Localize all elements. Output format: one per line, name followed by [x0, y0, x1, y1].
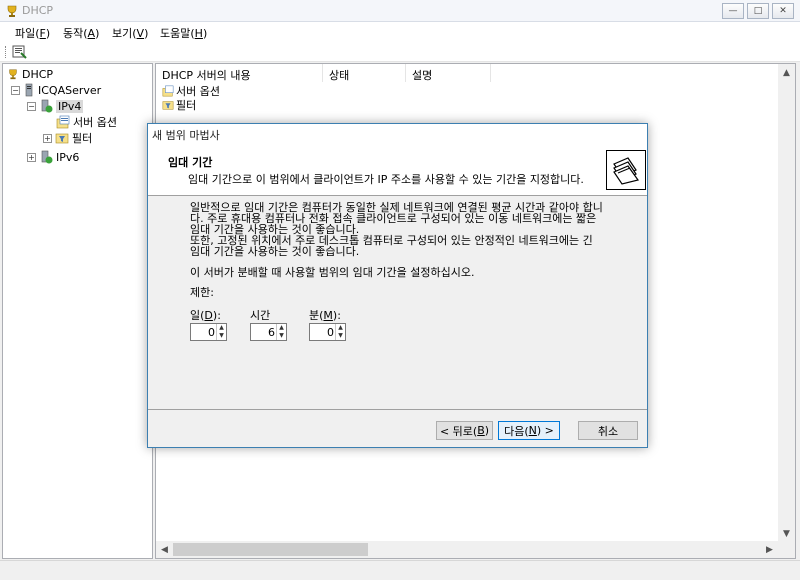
- filter-icon: [55, 133, 69, 144]
- network-ipv6-icon: [41, 150, 53, 164]
- next-button[interactable]: 다음(N) >: [498, 421, 560, 440]
- scroll-up-icon[interactable]: ▲: [778, 64, 795, 81]
- instruction-text: 이 서버가 분배할 때 사용할 범위의 임대 기간을 설정하십시오.: [190, 266, 475, 279]
- minutes-spinner[interactable]: 0 ▲ ▼: [309, 323, 346, 341]
- close-button[interactable]: ✕: [772, 3, 794, 19]
- minutes-label: 분(M):: [309, 309, 341, 322]
- vertical-scrollbar[interactable]: ▲ ▼: [778, 64, 795, 542]
- scroll-thumb[interactable]: [173, 543, 368, 556]
- title-bar: DHCP — □ ✕: [0, 0, 800, 22]
- tree-item-dhcp[interactable]: DHCP: [7, 66, 53, 82]
- toolbar: [0, 42, 800, 62]
- tree-label-server: ICQAServer: [38, 83, 102, 97]
- wizard-header: 임대 기간 임대 기간으로 이 범위에서 클라이언트가 IP 주소를 사용할 수…: [148, 144, 647, 196]
- hours-spinner[interactable]: 6 ▲ ▼: [250, 323, 287, 341]
- network-ipv4-icon: [41, 99, 53, 113]
- spin-down-icon[interactable]: ▼: [336, 332, 345, 340]
- tree-label-ipv4: IPv4: [56, 99, 84, 113]
- dhcp-app-icon: [7, 5, 17, 17]
- tree-item-server[interactable]: − ICQAServer: [11, 82, 101, 98]
- expand-icon[interactable]: +: [27, 152, 36, 162]
- tree-pane: DHCP − ICQAServer − IPv4 서버 옵션 + 필터 + IP…: [2, 63, 153, 559]
- collapse-icon[interactable]: −: [11, 85, 20, 95]
- days-spinner[interactable]: 0 ▲ ▼: [190, 323, 227, 341]
- tree-item-ipv6[interactable]: + IPv6: [27, 149, 79, 165]
- wizard-page-subtitle: 임대 기간으로 이 범위에서 클라이언트가 IP 주소를 사용할 수 있는 기간…: [188, 173, 584, 186]
- status-bar: [0, 560, 800, 580]
- scroll-down-icon[interactable]: ▼: [778, 525, 795, 542]
- menu-bar: 파일(F) 동작(A) 보기(V) 도움말(H): [0, 22, 800, 42]
- window-title: DHCP: [22, 4, 54, 17]
- properties-icon[interactable]: [12, 44, 28, 60]
- column-header-contents[interactable]: DHCP 서버의 내용: [156, 64, 323, 82]
- menu-action[interactable]: 동작(A): [63, 25, 99, 41]
- dhcp-trophy-icon: [9, 69, 17, 80]
- menu-view[interactable]: 보기(V): [112, 25, 148, 41]
- server-icon: [25, 83, 33, 97]
- scroll-corner: [778, 541, 795, 558]
- tree-label-server-options: 서버 옵션: [73, 116, 117, 129]
- days-value: 0: [208, 326, 215, 339]
- hours-value: 6: [268, 326, 275, 339]
- list-item[interactable]: 필터: [162, 97, 196, 112]
- description-paragraph: 일반적으로 임대 기간은 컴퓨터가 동일한 실제 네트워크에 연결된 평균 시간…: [190, 202, 610, 257]
- dialog-title: 새 범위 마법사: [148, 124, 647, 144]
- column-header-status[interactable]: 상태: [323, 64, 406, 82]
- tree-item-filters[interactable]: + 필터: [43, 130, 92, 146]
- tree-item-ipv4[interactable]: − IPv4: [27, 98, 84, 114]
- scroll-left-icon[interactable]: ◀: [156, 541, 173, 558]
- spin-down-icon[interactable]: ▼: [217, 332, 226, 340]
- horizontal-scrollbar[interactable]: ◀ ▶: [156, 541, 778, 558]
- server-options-icon: [162, 85, 174, 96]
- spin-up-icon[interactable]: ▲: [217, 324, 226, 332]
- tree-label-dhcp: DHCP: [22, 67, 54, 81]
- minutes-value: 0: [327, 326, 334, 339]
- new-scope-wizard-dialog: 새 범위 마법사 임대 기간 임대 기간으로 이 범위에서 클라이언트가 IP …: [147, 123, 648, 448]
- hours-label: 시간: [250, 309, 271, 322]
- tree-item-server-options[interactable]: 서버 옵션: [56, 114, 117, 130]
- days-label: 일(D):: [190, 309, 221, 322]
- spin-down-icon[interactable]: ▼: [277, 332, 286, 340]
- wizard-page-title: 임대 기간: [168, 156, 213, 169]
- scroll-right-icon[interactable]: ▶: [761, 541, 778, 558]
- tree-label-filters: 필터: [72, 132, 93, 145]
- menu-help[interactable]: 도움말(H): [160, 25, 207, 41]
- tree-label-ipv6: IPv6: [56, 150, 80, 164]
- cancel-button[interactable]: 취소: [578, 421, 638, 440]
- list-item-label: 필터: [176, 98, 197, 112]
- expand-icon[interactable]: +: [43, 133, 52, 143]
- collapse-icon[interactable]: −: [27, 101, 36, 111]
- back-button[interactable]: < 뒤로(B): [436, 421, 493, 440]
- server-options-icon: [56, 115, 70, 129]
- paragraph-line: 임대 기간을 사용하는 것이 좋습니다.: [190, 245, 360, 258]
- wizard-footer: < 뒤로(B) 다음(N) > 취소: [148, 409, 647, 447]
- spin-up-icon[interactable]: ▲: [336, 324, 345, 332]
- folders-icon: [606, 150, 646, 190]
- filter-icon: [162, 100, 174, 110]
- menu-file[interactable]: 파일(F): [15, 25, 50, 41]
- spin-up-icon[interactable]: ▲: [277, 324, 286, 332]
- limit-label: 제한:: [190, 286, 214, 299]
- wizard-body: 일반적으로 임대 기간은 컴퓨터가 동일한 실제 네트워크에 연결된 평균 시간…: [148, 197, 647, 409]
- minimize-button[interactable]: —: [722, 3, 744, 19]
- maximize-button[interactable]: □: [747, 3, 769, 19]
- column-header-description[interactable]: 설명: [406, 64, 491, 82]
- toolbar-grip: [5, 46, 7, 58]
